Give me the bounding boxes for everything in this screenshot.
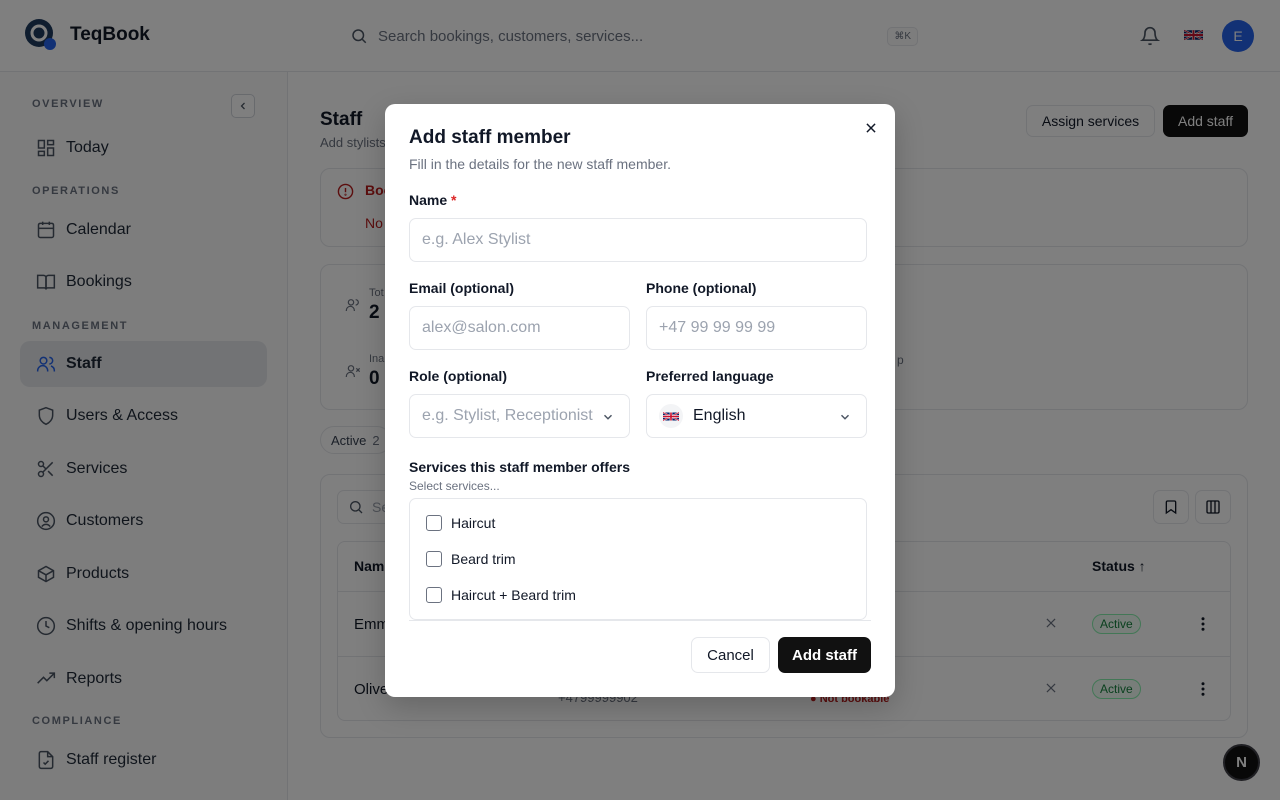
submit-add-staff-button[interactable]: Add staff: [778, 637, 871, 673]
email-input[interactable]: [409, 306, 630, 350]
role-select[interactable]: e.g. Stylist, Receptionist: [409, 394, 630, 438]
service-option-haircut[interactable]: Haircut: [426, 515, 495, 531]
divider: [409, 620, 871, 621]
name-input[interactable]: [409, 218, 867, 262]
close-icon[interactable]: [863, 120, 879, 136]
name-label-text: Name: [409, 192, 448, 208]
checkbox[interactable]: [426, 587, 442, 603]
role-label: Role (optional): [409, 368, 507, 384]
service-label: Beard trim: [451, 551, 516, 567]
dialog-title: Add staff member: [409, 127, 571, 148]
services-label: Services this staff member offers: [409, 459, 630, 475]
service-option-haircut-beard-trim[interactable]: Haircut + Beard trim: [426, 587, 576, 603]
language-value: English: [693, 407, 746, 424]
chevron-down-icon: [840, 414, 850, 420]
phone-label: Phone (optional): [646, 280, 757, 296]
language-select[interactable]: English: [646, 394, 867, 438]
uk-flag-icon: [659, 404, 683, 428]
cancel-button[interactable]: Cancel: [691, 637, 770, 673]
checkbox[interactable]: [426, 515, 442, 531]
required-mark: *: [451, 192, 457, 208]
role-placeholder: e.g. Stylist, Receptionist: [422, 407, 593, 424]
checkbox[interactable]: [426, 551, 442, 567]
name-label: Name *: [409, 192, 456, 208]
language-label: Preferred language: [646, 368, 774, 384]
service-option-beard-trim[interactable]: Beard trim: [426, 551, 516, 567]
service-label: Haircut + Beard trim: [451, 587, 576, 603]
dialog-description: Fill in the details for the new staff me…: [409, 156, 671, 172]
chevron-down-icon: [603, 414, 613, 420]
add-staff-dialog: Add staff member Fill in the details for…: [385, 104, 895, 697]
email-label: Email (optional): [409, 280, 514, 296]
services-hint: Select services...: [409, 479, 500, 493]
service-label: Haircut: [451, 515, 496, 531]
phone-input[interactable]: [646, 306, 867, 350]
services-list[interactable]: Haircut Beard trim Haircut + Beard trim: [409, 498, 867, 620]
